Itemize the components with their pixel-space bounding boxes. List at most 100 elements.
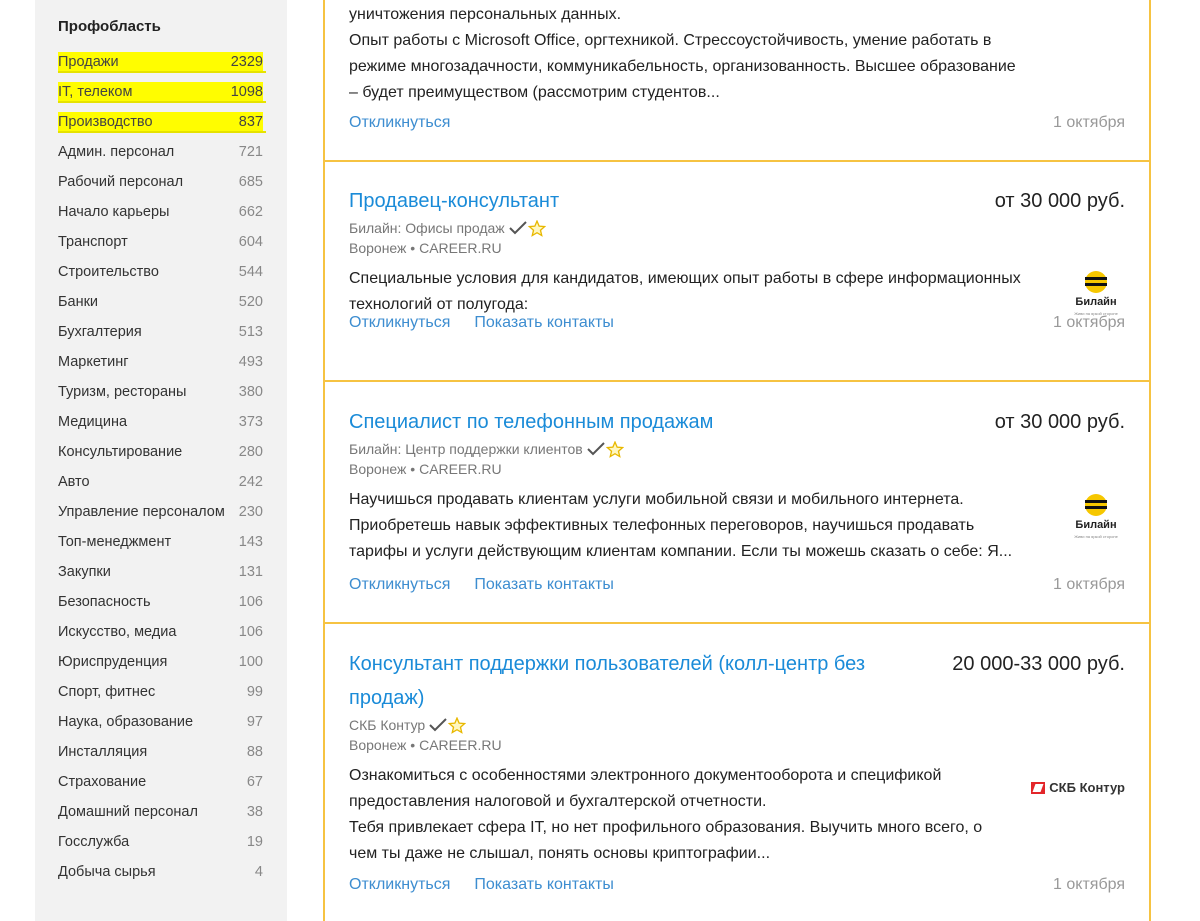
category-count: 685	[238, 174, 263, 190]
category-item[interactable]: IT, телеком 1098	[58, 77, 266, 107]
location-source: Воронеж • CAREER.RU	[349, 461, 502, 477]
category-item[interactable]: Медицина 373	[58, 407, 263, 437]
beeline-logo[interactable]: Билайн Живи на яркой стороне	[1067, 491, 1125, 541]
description-line: уничтожения персональных данных.	[349, 6, 622, 23]
respond-link[interactable]: Откликнуться	[349, 314, 450, 332]
vacancy-card: Продавец-консультант от 30 000 руб. Била…	[325, 162, 1149, 382]
category-name: Строительство	[58, 264, 159, 280]
category-count: 67	[246, 774, 263, 790]
category-name: Транспорт	[58, 234, 128, 250]
company-line: Билайн: Центр поддержки клиентов	[349, 439, 1125, 459]
description-line: предоставления налоговой и бухгалтерской…	[349, 793, 767, 810]
category-list: Продажи 2329 IT, телеком 1098 Производство 83…	[58, 47, 266, 887]
company-name[interactable]: Билайн: Офисы продаж	[349, 218, 505, 238]
vacancy-description: уничтожения персональных данных. Опыт ра…	[349, 2, 1125, 106]
respond-link[interactable]: Откликнуться	[349, 876, 450, 894]
beeline-logo-tagline: Живи на яркой стороне	[1074, 534, 1118, 539]
star-icon[interactable]	[527, 219, 546, 237]
show-contacts-link[interactable]: Показать контакты	[474, 314, 613, 332]
skb-kontur-logo[interactable]: СКБ Контур	[1031, 780, 1125, 795]
category-name: Медицина	[58, 414, 128, 430]
category-item[interactable]: Производство 837	[58, 107, 266, 137]
vacancy-title-link[interactable]: Консультант поддержки пользователей (кол…	[349, 647, 919, 715]
category-count: 100	[238, 654, 263, 670]
category-item[interactable]: Искусство, медиа 106	[58, 617, 263, 647]
description-line: Тебя привлекает сфера IT, но нет профиль…	[349, 819, 983, 836]
star-icon[interactable]	[448, 716, 467, 734]
category-name: Спорт, фитнес	[58, 684, 156, 700]
star-icon[interactable]	[605, 440, 624, 458]
category-item[interactable]: Строительство 544	[58, 257, 263, 287]
category-count: 97	[246, 714, 263, 730]
category-count: 520	[238, 294, 263, 310]
category-item[interactable]: Домашний персонал 38	[58, 797, 263, 827]
description-line: Опыт работы с Microsoft Office, оргтехни…	[349, 32, 992, 49]
category-item[interactable]: Бухгалтерия 513	[58, 317, 263, 347]
category-count: 721	[238, 144, 263, 160]
verified-check-icon	[508, 221, 527, 235]
respond-link[interactable]: Откликнуться	[349, 576, 450, 594]
kontur-mark-icon	[1031, 781, 1046, 794]
show-contacts-link[interactable]: Показать контакты	[474, 876, 613, 894]
category-name: Домашний персонал	[58, 804, 198, 820]
category-item[interactable]: Добыча сырья 4	[58, 857, 263, 887]
vacancy-card: уничтожения персональных данных. Опыт ра…	[325, 0, 1149, 162]
category-item[interactable]: Админ. персонал 721	[58, 137, 263, 167]
category-item[interactable]: Закупки 131	[58, 557, 263, 587]
salary: от 30 000 руб.	[994, 190, 1125, 212]
vacancy-card: Консультант поддержки пользователей (кол…	[325, 624, 1149, 921]
category-name: Госслужба	[58, 834, 130, 850]
post-date: 1 октября	[1053, 314, 1125, 331]
description-line: Научишься продавать клиентам услуги моби…	[349, 491, 964, 508]
post-date: 1 октября	[1053, 876, 1125, 893]
category-name: Консультирование	[58, 444, 183, 460]
category-item[interactable]: Продажи 2329	[58, 47, 266, 77]
category-name: Безопасность	[58, 594, 151, 610]
category-count: 106	[238, 624, 263, 640]
highlight-underline	[58, 101, 266, 103]
category-item[interactable]: Юриспруденция 100	[58, 647, 263, 677]
sidebar-title: Профобласть	[58, 18, 161, 35]
vacancy-list: уничтожения персональных данных. Опыт ра…	[323, 0, 1151, 921]
category-item[interactable]: Маркетинг 493	[58, 347, 263, 377]
vacancy-description: Научишься продавать клиентам услуги моби…	[349, 487, 1069, 565]
description-line: тарифы и услуги действующим клиентам ком…	[349, 543, 1013, 560]
category-item[interactable]: Туризм, рестораны 380	[58, 377, 263, 407]
category-item[interactable]: Начало карьеры 662	[58, 197, 263, 227]
category-item[interactable]: Страхование 67	[58, 767, 263, 797]
category-count: 837	[238, 114, 263, 130]
beeline-logo-text: Билайн	[1075, 296, 1116, 308]
category-item[interactable]: Инсталляция 88	[58, 737, 263, 767]
category-count: 99	[246, 684, 263, 700]
description-line: – будет преимуществом (рассмотрим студен…	[349, 84, 720, 101]
category-name: Бухгалтерия	[58, 324, 142, 340]
category-count: 662	[238, 204, 263, 220]
category-item[interactable]: Консультирование 280	[58, 437, 263, 467]
sidebar-profarea: Профобласть Продажи 2329 IT, телеком 1098 Пр…	[35, 0, 287, 921]
company-name[interactable]: СКБ Контур	[349, 715, 425, 735]
category-item[interactable]: Безопасность 106	[58, 587, 263, 617]
category-item[interactable]: Госслужба 19	[58, 827, 263, 857]
category-count: 4	[254, 864, 263, 880]
category-name: Рабочий персонал	[58, 174, 184, 190]
category-item[interactable]: Рабочий персонал 685	[58, 167, 263, 197]
category-item[interactable]: Транспорт 604	[58, 227, 263, 257]
category-item[interactable]: Управление персоналом 230	[58, 497, 263, 527]
category-item[interactable]: Спорт, фитнес 99	[58, 677, 263, 707]
category-count: 106	[238, 594, 263, 610]
respond-link[interactable]: Откликнуться	[349, 114, 450, 132]
beeline-logo[interactable]: Билайн Живи на яркой стороне	[1067, 268, 1125, 318]
category-item[interactable]: Наука, образование 97	[58, 707, 263, 737]
post-date: 1 октября	[1053, 576, 1125, 593]
title-line: продаж)	[349, 687, 425, 709]
category-count: 88	[246, 744, 263, 760]
show-contacts-link[interactable]: Показать контакты	[474, 576, 613, 594]
category-count: 493	[238, 354, 263, 370]
category-item[interactable]: Авто 242	[58, 467, 263, 497]
category-count: 242	[238, 474, 263, 490]
category-count: 38	[246, 804, 263, 820]
salary: 20 000-33 000 руб.	[952, 653, 1125, 675]
category-item[interactable]: Топ-менеджмент 143	[58, 527, 263, 557]
category-item[interactable]: Банки 520	[58, 287, 263, 317]
company-name[interactable]: Билайн: Центр поддержки клиентов	[349, 439, 583, 459]
